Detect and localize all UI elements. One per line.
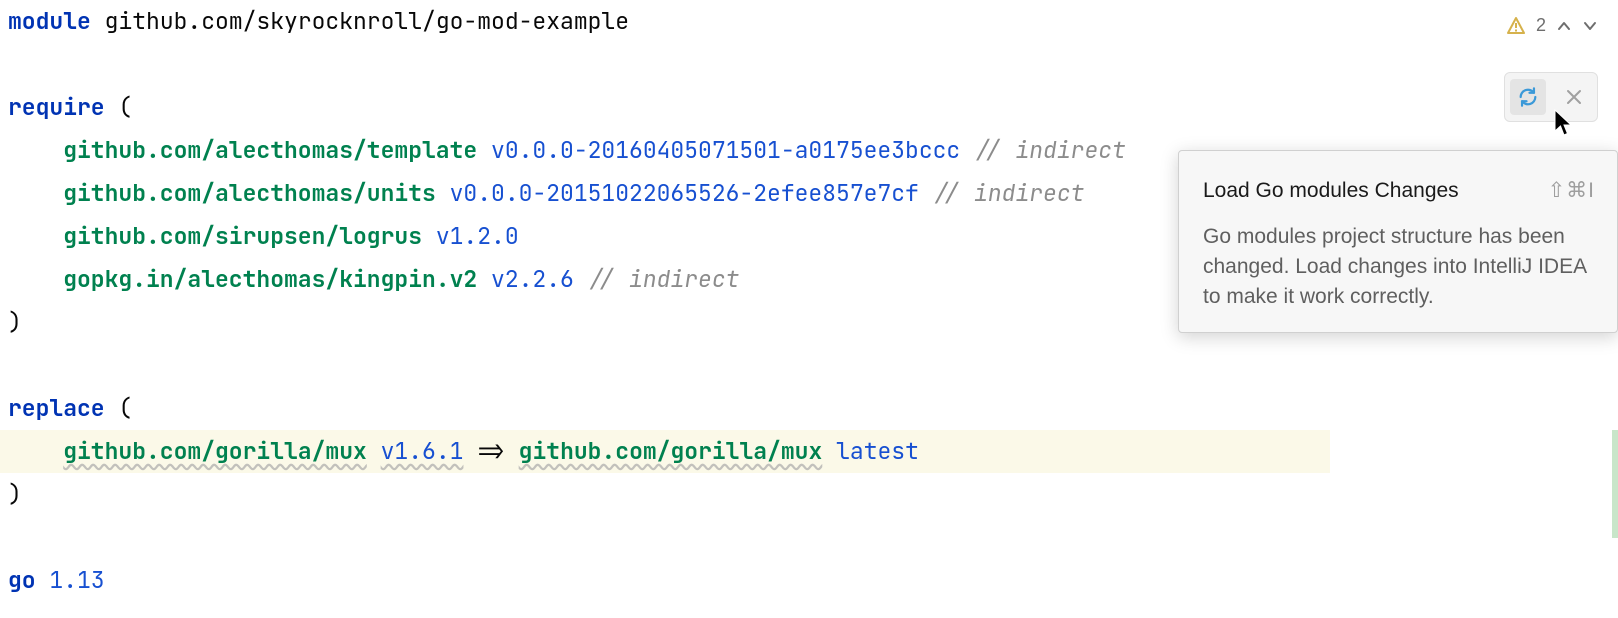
- dep-path-3: gopkg.in/alecthomas/kingpin.v2: [63, 264, 477, 294]
- dep-path-1: github.com/alecthomas/units: [63, 178, 436, 208]
- dep-ver-2: v1.2.0: [436, 221, 519, 251]
- paren-close: ): [8, 307, 22, 337]
- code-editor[interactable]: module github.com/skyrocknroll/go-mod-ex…: [0, 0, 1618, 602]
- dep-comment-3: // indirect: [588, 264, 740, 294]
- replace-to-ver: latest: [836, 436, 919, 466]
- dep-path-2: github.com/sirupsen/logrus: [63, 221, 422, 251]
- keyword-replace: replace: [8, 393, 105, 423]
- module-path: github.com/skyrocknroll/go-mod-example: [105, 6, 629, 36]
- dep-path-0: github.com/alecthomas/template: [63, 135, 477, 165]
- mouse-cursor: [1554, 108, 1574, 151]
- replace-arrow: =>: [477, 436, 505, 466]
- keyword-module: module: [8, 6, 91, 36]
- paren-open-2: (: [118, 393, 132, 423]
- dep-ver-3: v2.2.6: [491, 264, 574, 294]
- paren-open: (: [118, 92, 132, 122]
- dep-comment-1: // indirect: [933, 178, 1085, 208]
- replace-to-path: github.com/gorilla/mux: [519, 436, 823, 466]
- paren-close-2: ): [8, 479, 22, 509]
- replace-from-path: github.com/gorilla/mux: [63, 436, 367, 466]
- keyword-go: go: [8, 565, 36, 595]
- go-version: 1.13: [49, 565, 104, 595]
- keyword-require: require: [8, 92, 105, 122]
- dep-comment-0: // indirect: [974, 135, 1126, 165]
- dep-ver-1: v0.0.0-20151022065526-2efee857e7cf: [450, 178, 919, 208]
- dep-ver-0: v0.0.0-20160405071501-a0175ee3bccc: [491, 135, 960, 165]
- replace-from-ver: v1.6.1: [381, 436, 464, 466]
